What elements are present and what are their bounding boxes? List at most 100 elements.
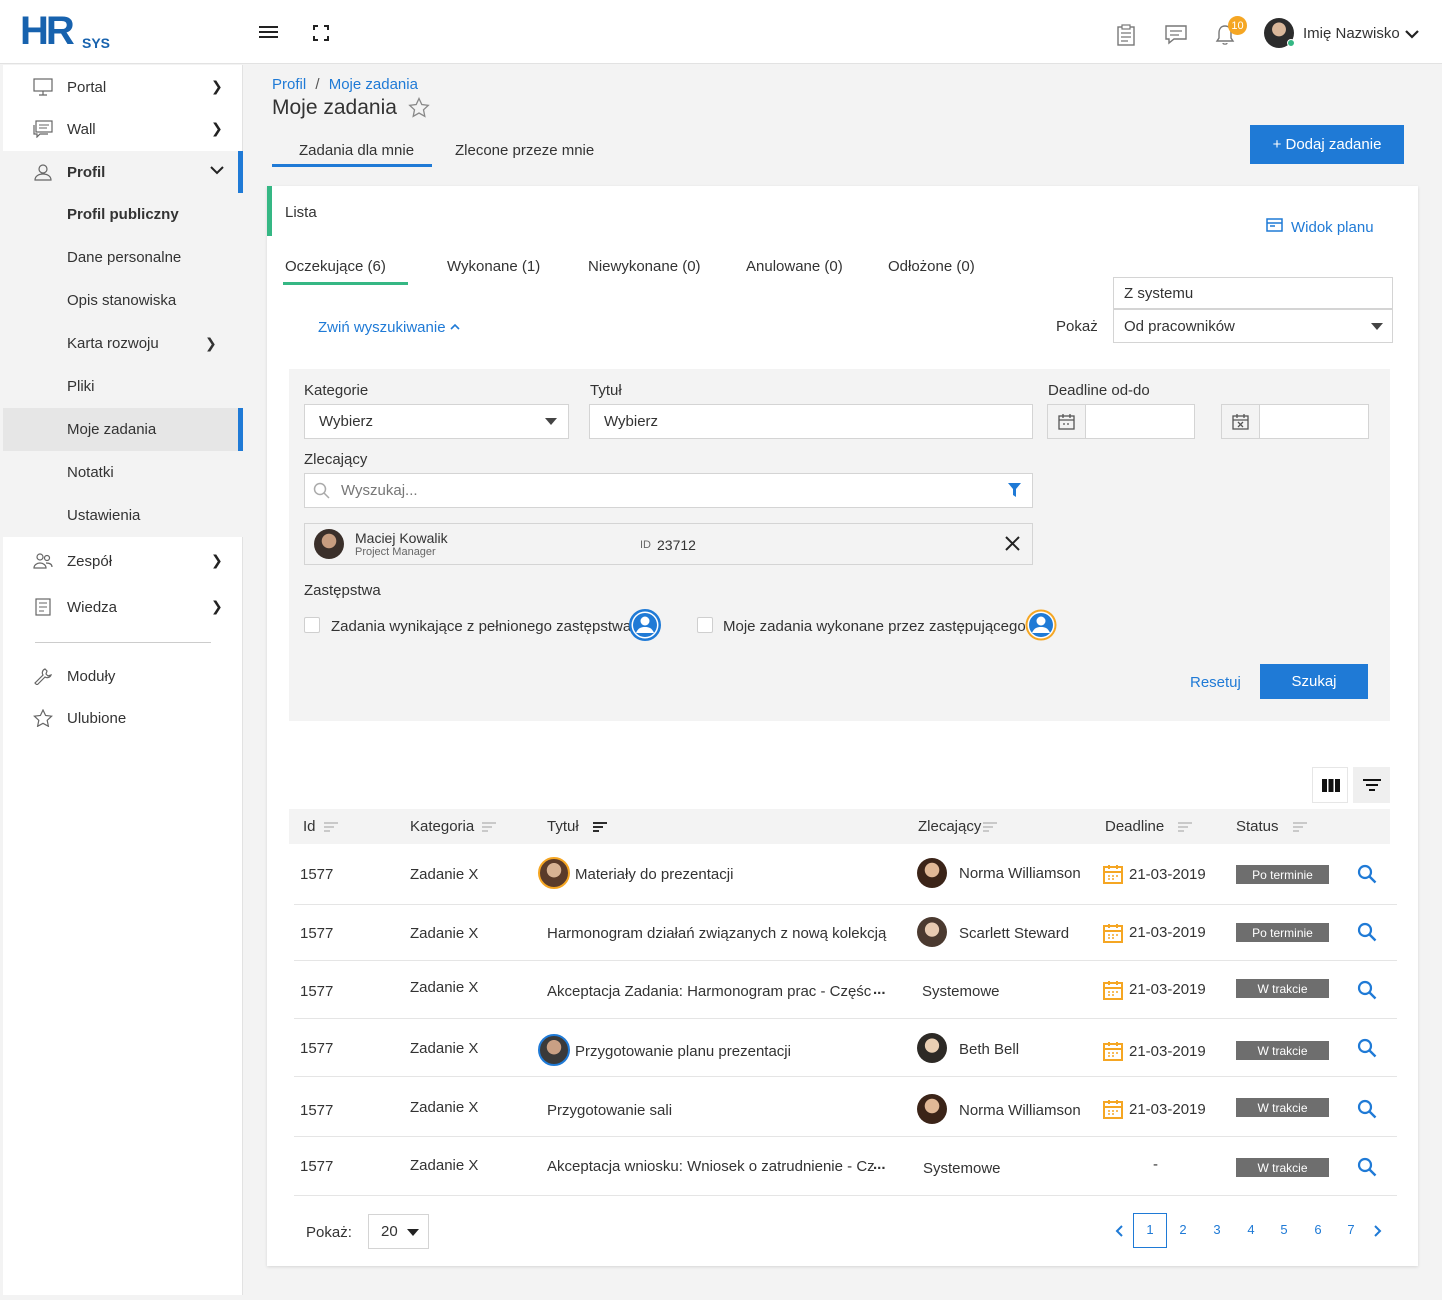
- substitution-checkbox-1[interactable]: [304, 617, 320, 633]
- status-tab-not-done[interactable]: Niewykonane (0): [588, 258, 701, 275]
- search-icon[interactable]: [1357, 864, 1377, 884]
- sidebar-item-settings[interactable]: Ustawienia: [3, 494, 243, 537]
- status-tab-cancelled[interactable]: Anulowane (0): [746, 258, 843, 275]
- chevron-down-icon[interactable]: [1405, 29, 1419, 39]
- cell-title-link[interactable]: Harmonogram działań związanych z nową ko…: [547, 925, 886, 942]
- status-tab-pending[interactable]: Oczekujące (6): [285, 258, 386, 275]
- page-4[interactable]: 4: [1241, 1222, 1261, 1237]
- category-select[interactable]: Wybierz: [304, 404, 569, 439]
- sidebar-item-public-profile[interactable]: Profil publiczny: [3, 193, 243, 236]
- sidebar-item-personal-data[interactable]: Dane personalne: [3, 236, 243, 279]
- page-1[interactable]: 1: [1140, 1222, 1160, 1237]
- column-header-ordering[interactable]: Zlecający: [918, 818, 998, 835]
- sidebar-item-files[interactable]: Pliki: [3, 365, 243, 408]
- plan-view-link[interactable]: Widok planu: [1291, 219, 1374, 236]
- search-icon: [313, 482, 330, 499]
- column-header-deadline[interactable]: Deadline: [1105, 818, 1193, 835]
- row-divider: [294, 1136, 1397, 1137]
- page-7[interactable]: 7: [1341, 1222, 1361, 1237]
- chat-icon[interactable]: [1165, 25, 1187, 45]
- chevron-left-icon[interactable]: [1115, 1225, 1123, 1237]
- caret-down-icon[interactable]: [1371, 323, 1383, 330]
- page-6[interactable]: 6: [1308, 1222, 1328, 1237]
- sidebar-item-development-card[interactable]: Karta rozwoju ❯: [3, 322, 243, 365]
- cell-title-link[interactable]: Przygotowanie sali: [547, 1102, 672, 1119]
- collapse-search-link[interactable]: Zwiń wyszukiwanie: [318, 319, 446, 336]
- clipboard-icon[interactable]: [1116, 24, 1136, 46]
- title-select[interactable]: Wybierz: [589, 404, 1033, 439]
- column-header-status[interactable]: Status: [1236, 818, 1307, 835]
- section-accent: [267, 186, 272, 236]
- star-icon: [33, 709, 53, 727]
- search-button[interactable]: Szukaj: [1260, 664, 1368, 699]
- columns-button[interactable]: [1312, 767, 1348, 803]
- caret-down-icon[interactable]: [407, 1229, 419, 1236]
- search-icon[interactable]: [1357, 1038, 1377, 1058]
- sidebar-item-favorites[interactable]: Ulubione: [3, 697, 243, 739]
- column-header-category[interactable]: Kategoria: [410, 818, 497, 835]
- breadcrumb-current[interactable]: Moje zadania: [329, 76, 418, 93]
- app-logo[interactable]: HR SYS: [20, 11, 120, 53]
- sidebar-item-wall[interactable]: Wall ❯: [3, 108, 243, 150]
- calendar-view-icon[interactable]: [1266, 218, 1283, 232]
- sidebar-item-my-tasks[interactable]: Moje zadania: [3, 408, 243, 451]
- column-header-title[interactable]: Tytuł: [547, 818, 607, 835]
- sidebar-item-job-description[interactable]: Opis stanowiska: [3, 279, 243, 322]
- cell-title-link[interactable]: Przygotowanie planu prezentacji: [575, 1043, 791, 1060]
- sidebar-item-notes[interactable]: Notatki: [3, 451, 243, 494]
- column-header-id[interactable]: Id: [303, 818, 338, 835]
- substitution-option-2[interactable]: Moje zadania wykonane przez zastępująceg…: [723, 618, 1026, 635]
- page-2[interactable]: 2: [1173, 1222, 1193, 1237]
- chevron-right-icon[interactable]: [1374, 1225, 1382, 1237]
- status-tab-postponed[interactable]: Odłożone (0): [888, 258, 975, 275]
- ordering-search-input[interactable]: Wyszukaj...: [304, 473, 1033, 508]
- cell-title-link[interactable]: Materiały do prezentacji: [575, 866, 733, 883]
- tab-tasks-for-me[interactable]: Zadania dla mnie: [299, 142, 414, 159]
- user-name[interactable]: Imię Nazwisko: [1303, 25, 1400, 42]
- fullscreen-icon[interactable]: [313, 25, 329, 41]
- status-tab-done[interactable]: Wykonane (1): [447, 258, 540, 275]
- sidebar-item-modules[interactable]: Moduły: [3, 655, 243, 697]
- more-ellipsis[interactable]: ...: [873, 981, 886, 998]
- column-header-label: Status: [1236, 818, 1279, 835]
- substitution-option-1[interactable]: Zadania wynikające z pełnionego zastępst…: [331, 618, 631, 635]
- cell-title-link[interactable]: Akceptacja Zadania: Harmonogram prac - C…: [547, 983, 871, 1000]
- substitution-checkbox-2[interactable]: [697, 617, 713, 633]
- page-5[interactable]: 5: [1274, 1222, 1294, 1237]
- sidebar-item-team[interactable]: Zespół ❯: [3, 540, 243, 582]
- page-3[interactable]: 3: [1207, 1222, 1227, 1237]
- search-icon[interactable]: [1357, 1099, 1377, 1119]
- row-divider: [294, 904, 1397, 905]
- close-icon[interactable]: [1005, 536, 1020, 551]
- cell-title-link[interactable]: Akceptacja wniosku: Wniosek o zatrudnien…: [547, 1158, 875, 1175]
- caret-down-icon[interactable]: [545, 418, 557, 425]
- column-header-label: Kategoria: [410, 818, 475, 835]
- table-filter-button[interactable]: [1353, 767, 1390, 803]
- breadcrumb-root[interactable]: Profil: [272, 76, 306, 93]
- logo-main: HR: [20, 9, 75, 53]
- filter-icon[interactable]: [1007, 482, 1022, 498]
- tab-assigned-by-me[interactable]: Zlecone przeze mnie: [455, 142, 594, 159]
- status-badge: Po terminie: [1236, 923, 1329, 942]
- source-select[interactable]: Od pracowników: [1113, 309, 1393, 343]
- page-size-select[interactable]: 20: [368, 1214, 429, 1249]
- hamburger-icon[interactable]: [259, 25, 279, 40]
- more-ellipsis[interactable]: ...: [873, 1156, 886, 1173]
- deadline-to-calendar-button[interactable]: [1221, 404, 1260, 439]
- chevron-up-icon[interactable]: [450, 323, 460, 330]
- sidebar-item-knowledge[interactable]: Wiedza ❯: [3, 586, 243, 628]
- title-label: Tytuł: [590, 382, 622, 399]
- favorite-star-icon[interactable]: [408, 97, 430, 118]
- cell-ordering: Norma Williamson: [959, 1102, 1081, 1119]
- search-icon[interactable]: [1357, 922, 1377, 942]
- add-task-button[interactable]: + Dodaj zadanie: [1250, 125, 1404, 164]
- calendar-clear-icon: [1232, 414, 1249, 430]
- sidebar-item-portal[interactable]: Portal ❯: [3, 66, 243, 108]
- search-icon[interactable]: [1357, 980, 1377, 1000]
- search-icon[interactable]: [1357, 1157, 1377, 1177]
- reset-button[interactable]: Resetuj: [1190, 674, 1241, 691]
- cell-deadline: 21-03-2019: [1129, 1043, 1206, 1060]
- source-option-system[interactable]: Z systemu: [1113, 277, 1393, 309]
- deadline-from-calendar-button[interactable]: [1047, 404, 1086, 439]
- sidebar-item-profil[interactable]: Profil: [3, 151, 243, 193]
